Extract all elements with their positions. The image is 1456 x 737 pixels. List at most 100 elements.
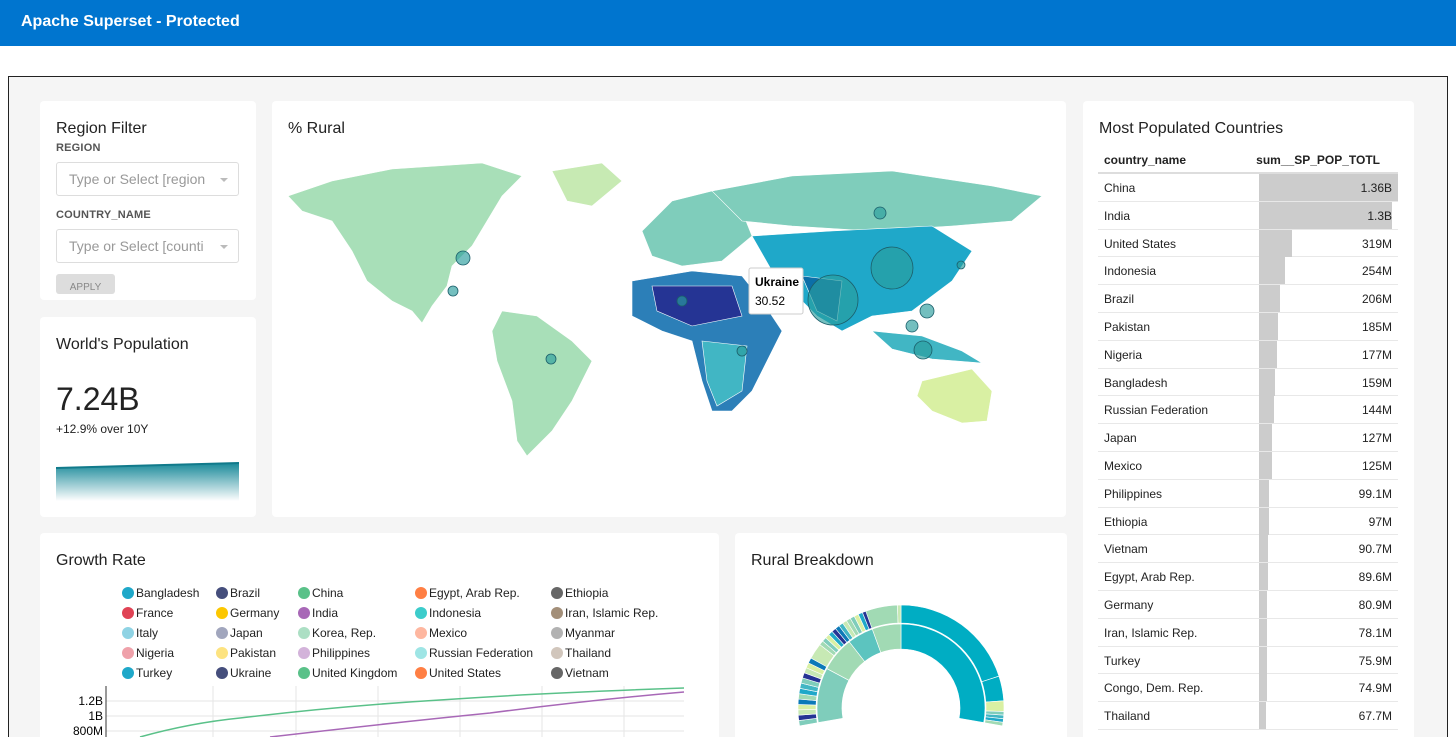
world-map[interactable]: Ukraine 30.52 (272, 101, 1066, 517)
population-value: 254M (1361, 264, 1392, 279)
table-row: Germany 80.9M (1098, 590, 1398, 619)
country-name: Mexico (1104, 458, 1143, 473)
growth-chart: 1.2B 1B 800M (73, 686, 685, 737)
legend-item[interactable]: Korea, Rep. (298, 626, 376, 640)
country-name: Philippines (1104, 486, 1163, 501)
population-value: 67.7M (1358, 709, 1392, 724)
card-title: World's Population (56, 336, 189, 353)
legend-label: Pakistan (230, 646, 277, 660)
legend-label: Brazil (230, 586, 261, 600)
legend-item[interactable]: China (298, 586, 343, 600)
region-select[interactable]: Type or Select [region (56, 162, 239, 196)
legend-item[interactable]: France (122, 606, 173, 620)
legend-item[interactable]: Indonesia (415, 606, 481, 620)
legend-dot-icon (298, 607, 310, 619)
legend-item[interactable]: Philippines (298, 646, 370, 660)
legend-item[interactable]: Iran, Islamic Rep. (551, 606, 658, 620)
population-value: 125M (1361, 458, 1392, 473)
table-row: Japan 127M (1098, 424, 1398, 452)
legend-item[interactable]: Nigeria (122, 646, 174, 660)
card-title: Growth Rate (56, 552, 146, 569)
country-name: Thailand (1104, 709, 1151, 724)
table-row: Vietnam 90.7M (1098, 535, 1398, 564)
legend-dot-icon (216, 647, 228, 659)
legend-label: France (136, 606, 174, 620)
population-value: 159M (1361, 375, 1392, 390)
tooltip-value: 30.52 (755, 294, 785, 308)
map-tooltip: Ukraine 30.52 (748, 267, 804, 315)
legend-label: Mexico (429, 626, 468, 640)
country-name: India (1104, 208, 1131, 223)
chevron-down-icon (220, 178, 228, 182)
population-value: 89.6M (1358, 570, 1392, 585)
country-name: United States (1104, 236, 1177, 251)
table-row: Egypt, Arab Rep. 89.6M (1098, 563, 1398, 591)
population-value: 127M (1361, 431, 1392, 446)
table-row: India 1.3B (1098, 201, 1398, 230)
series-india (269, 691, 685, 737)
legend-label: Iran, Islamic Rep. (565, 606, 659, 620)
table-row: Bangladesh 159M (1098, 368, 1398, 397)
population-value: 74.9M (1358, 681, 1392, 696)
legend-item[interactable]: Russian Federation (415, 646, 533, 660)
legend-label: Egypt, Arab Rep. (429, 586, 520, 600)
legend-item[interactable]: Mexico (415, 626, 467, 640)
population-value: 80.9M (1358, 597, 1392, 612)
card-title: Most Populated Countries (1099, 120, 1284, 137)
country-select[interactable]: Type or Select [counti (56, 229, 239, 263)
legend-item[interactable]: Pakistan (216, 646, 276, 660)
population-value: 144M (1361, 403, 1392, 418)
value-bar (1259, 451, 1272, 479)
sunburst-segment[interactable] (897, 604, 902, 624)
sunburst-segment[interactable] (797, 709, 817, 716)
country-name: Bangladesh (1104, 375, 1168, 390)
series-china (139, 687, 685, 737)
country-name: Brazil (1104, 292, 1135, 307)
card-title: Region Filter (56, 120, 147, 137)
south-america (491, 310, 593, 457)
legend-dot-icon (415, 627, 427, 639)
legend-item[interactable]: Japan (216, 626, 263, 640)
legend-dot-icon (216, 587, 228, 599)
legend-item[interactable]: Germany (216, 606, 279, 620)
country-name: Congo, Dem. Rep. (1104, 681, 1204, 696)
legend-item[interactable]: Bangladesh (122, 586, 199, 600)
column-header-country[interactable]: country_name (1104, 153, 1186, 167)
legend-dot-icon (298, 647, 310, 659)
legend-item[interactable]: Ethiopia (551, 586, 608, 600)
legend-item[interactable]: Italy (122, 626, 158, 640)
sunburst-chart[interactable] (735, 533, 1067, 737)
legend-item[interactable]: India (298, 606, 338, 620)
legend-label: Russian Federation (429, 646, 534, 660)
legend-label: Myanmar (565, 626, 616, 640)
column-header-population[interactable]: sum__SP_POP_TOTL (1256, 153, 1380, 167)
table-header: country_name sum__SP_POP_TOTL (1098, 146, 1398, 174)
table-row: Pakistan 185M (1098, 312, 1398, 341)
population-value: 1.3B (1367, 208, 1392, 223)
population-value: 78.1M (1358, 625, 1392, 640)
legend-item[interactable]: Thailand (551, 646, 611, 660)
sunburst-segment[interactable] (985, 700, 1005, 712)
most-populated-card: Most Populated Countries country_name su… (1083, 101, 1414, 737)
chevron-down-icon (220, 245, 228, 249)
legend-item[interactable]: Brazil (216, 586, 260, 600)
app-title: Apache Superset - Protected (21, 13, 240, 30)
legend-item[interactable]: Myanmar (551, 626, 615, 640)
legend-label: Bangladesh (136, 586, 200, 600)
growth-rate-card: Growth Rate Bangladesh Brazil China Egypt, … (40, 533, 719, 737)
population-value: 99.1M (1358, 486, 1392, 501)
legend-item[interactable]: Egypt, Arab Rep. (415, 586, 520, 600)
value-bar (1259, 590, 1268, 618)
legend-dot-icon (551, 587, 563, 599)
russia (711, 170, 1043, 232)
apply-button[interactable]: APPLY (56, 274, 115, 294)
country-placeholder: Type or Select [counti (69, 238, 204, 254)
table-row: Thailand 67.7M (1098, 702, 1398, 730)
country-name: Russian Federation (1104, 403, 1209, 418)
value-bar (1259, 702, 1266, 730)
value-bar (1259, 257, 1285, 285)
country-name: Ethiopia (1104, 514, 1148, 529)
country-name: China (1104, 181, 1136, 195)
big-number: 7.24B (56, 381, 140, 417)
table-row: Congo, Dem. Rep. 74.9M (1098, 674, 1398, 703)
